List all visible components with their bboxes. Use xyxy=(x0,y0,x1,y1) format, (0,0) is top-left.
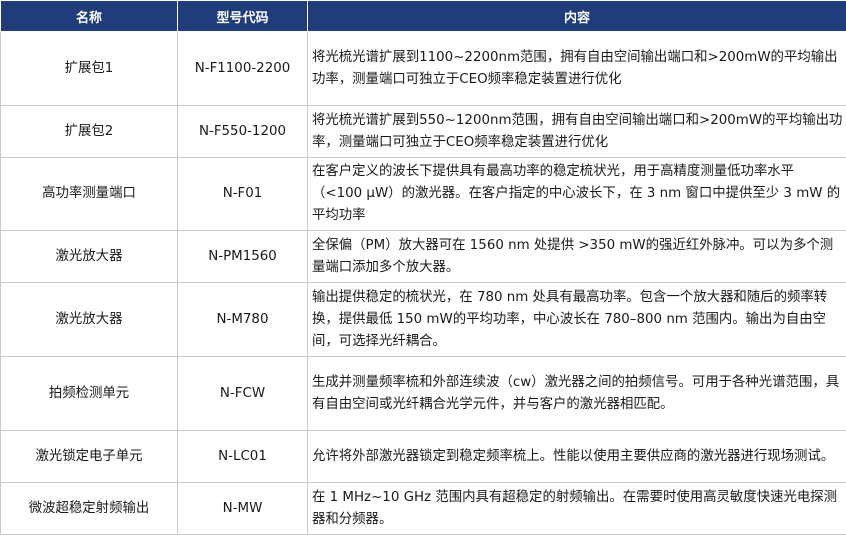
cell-desc: 在 1 MHz~10 GHz 范围内具有超稳定的射频输出。在需要时使用高灵敏度快… xyxy=(307,482,846,535)
cell-name: 高功率测量端口 xyxy=(0,157,178,231)
table-row: 拍频检测单元 N-FCW 生成并测量频率梳和外部连续波（cw）激光器之间的拍频信… xyxy=(0,356,846,431)
cell-code: N-PM1560 xyxy=(177,230,308,283)
header-code: 型号代码 xyxy=(177,0,308,32)
cell-code: N-LC01 xyxy=(177,430,308,483)
cell-name: 激光放大器 xyxy=(0,230,178,283)
cell-name: 拍频检测单元 xyxy=(0,356,178,431)
table-row: 激光放大器 N-M780 输出提供稳定的梳状光，在 780 nm 处具有最高功率… xyxy=(0,282,846,357)
cell-code: N-F550-1200 xyxy=(177,105,308,158)
cell-name: 激光放大器 xyxy=(0,282,178,357)
table-row: 扩展包1 N-F1100-2200 将光梳光谱扩展到1100~2200nm范围，… xyxy=(0,31,846,106)
cell-desc: 生成并测量频率梳和外部连续波（cw）激光器之间的拍频信号。可用于各种光谱范围，具… xyxy=(307,356,846,431)
cell-desc: 在客户定义的波长下提供具有最高功率的稳定梳状光，用于高精度测量低功率水平（<10… xyxy=(307,157,846,231)
header-name: 名称 xyxy=(0,0,178,32)
cell-code: N-FCW xyxy=(177,356,308,431)
cell-code: N-M780 xyxy=(177,282,308,357)
table-row: 微波超稳定射频输出 N-MW 在 1 MHz~10 GHz 范围内具有超稳定的射… xyxy=(0,482,846,535)
cell-name: 微波超稳定射频输出 xyxy=(0,482,178,535)
table-row: 激光放大器 N-PM1560 全保偏（PM）放大器可在 1560 nm 处提供 … xyxy=(0,230,846,283)
cell-code: N-F01 xyxy=(177,157,308,231)
cell-desc: 将光梳光谱扩展到1100~2200nm范围，拥有自由空间输出端口和>200mW的… xyxy=(307,31,846,106)
product-spec-table: 名称 型号代码 内容 扩展包1 N-F1100-2200 将光梳光谱扩展到110… xyxy=(0,0,846,535)
cell-desc: 输出提供稳定的梳状光，在 780 nm 处具有最高功率。包含一个放大器和随后的频… xyxy=(307,282,846,357)
cell-code: N-MW xyxy=(177,482,308,535)
cell-desc: 全保偏（PM）放大器可在 1560 nm 处提供 >350 mW的强近红外脉冲。… xyxy=(307,230,846,283)
header-desc: 内容 xyxy=(307,0,846,32)
cell-name: 扩展包1 xyxy=(0,31,178,106)
cell-desc: 允许将外部激光器锁定到稳定频率梳上。性能以使用主要供应商的激光器进行现场测试。 xyxy=(307,430,846,483)
cell-name: 激光锁定电子单元 xyxy=(0,430,178,483)
cell-code: N-F1100-2200 xyxy=(177,31,308,106)
cell-desc: 将光梳光谱扩展到550~1200nm范围，拥有自由空间输出端口和>200mW的平… xyxy=(307,105,846,158)
table-row: 高功率测量端口 N-F01 在客户定义的波长下提供具有最高功率的稳定梳状光，用于… xyxy=(0,157,846,231)
table-row: 激光锁定电子单元 N-LC01 允许将外部激光器锁定到稳定频率梳上。性能以使用主… xyxy=(0,430,846,483)
cell-name: 扩展包2 xyxy=(0,105,178,158)
table-header-row: 名称 型号代码 内容 xyxy=(0,0,846,32)
table-row: 扩展包2 N-F550-1200 将光梳光谱扩展到550~1200nm范围，拥有… xyxy=(0,105,846,158)
